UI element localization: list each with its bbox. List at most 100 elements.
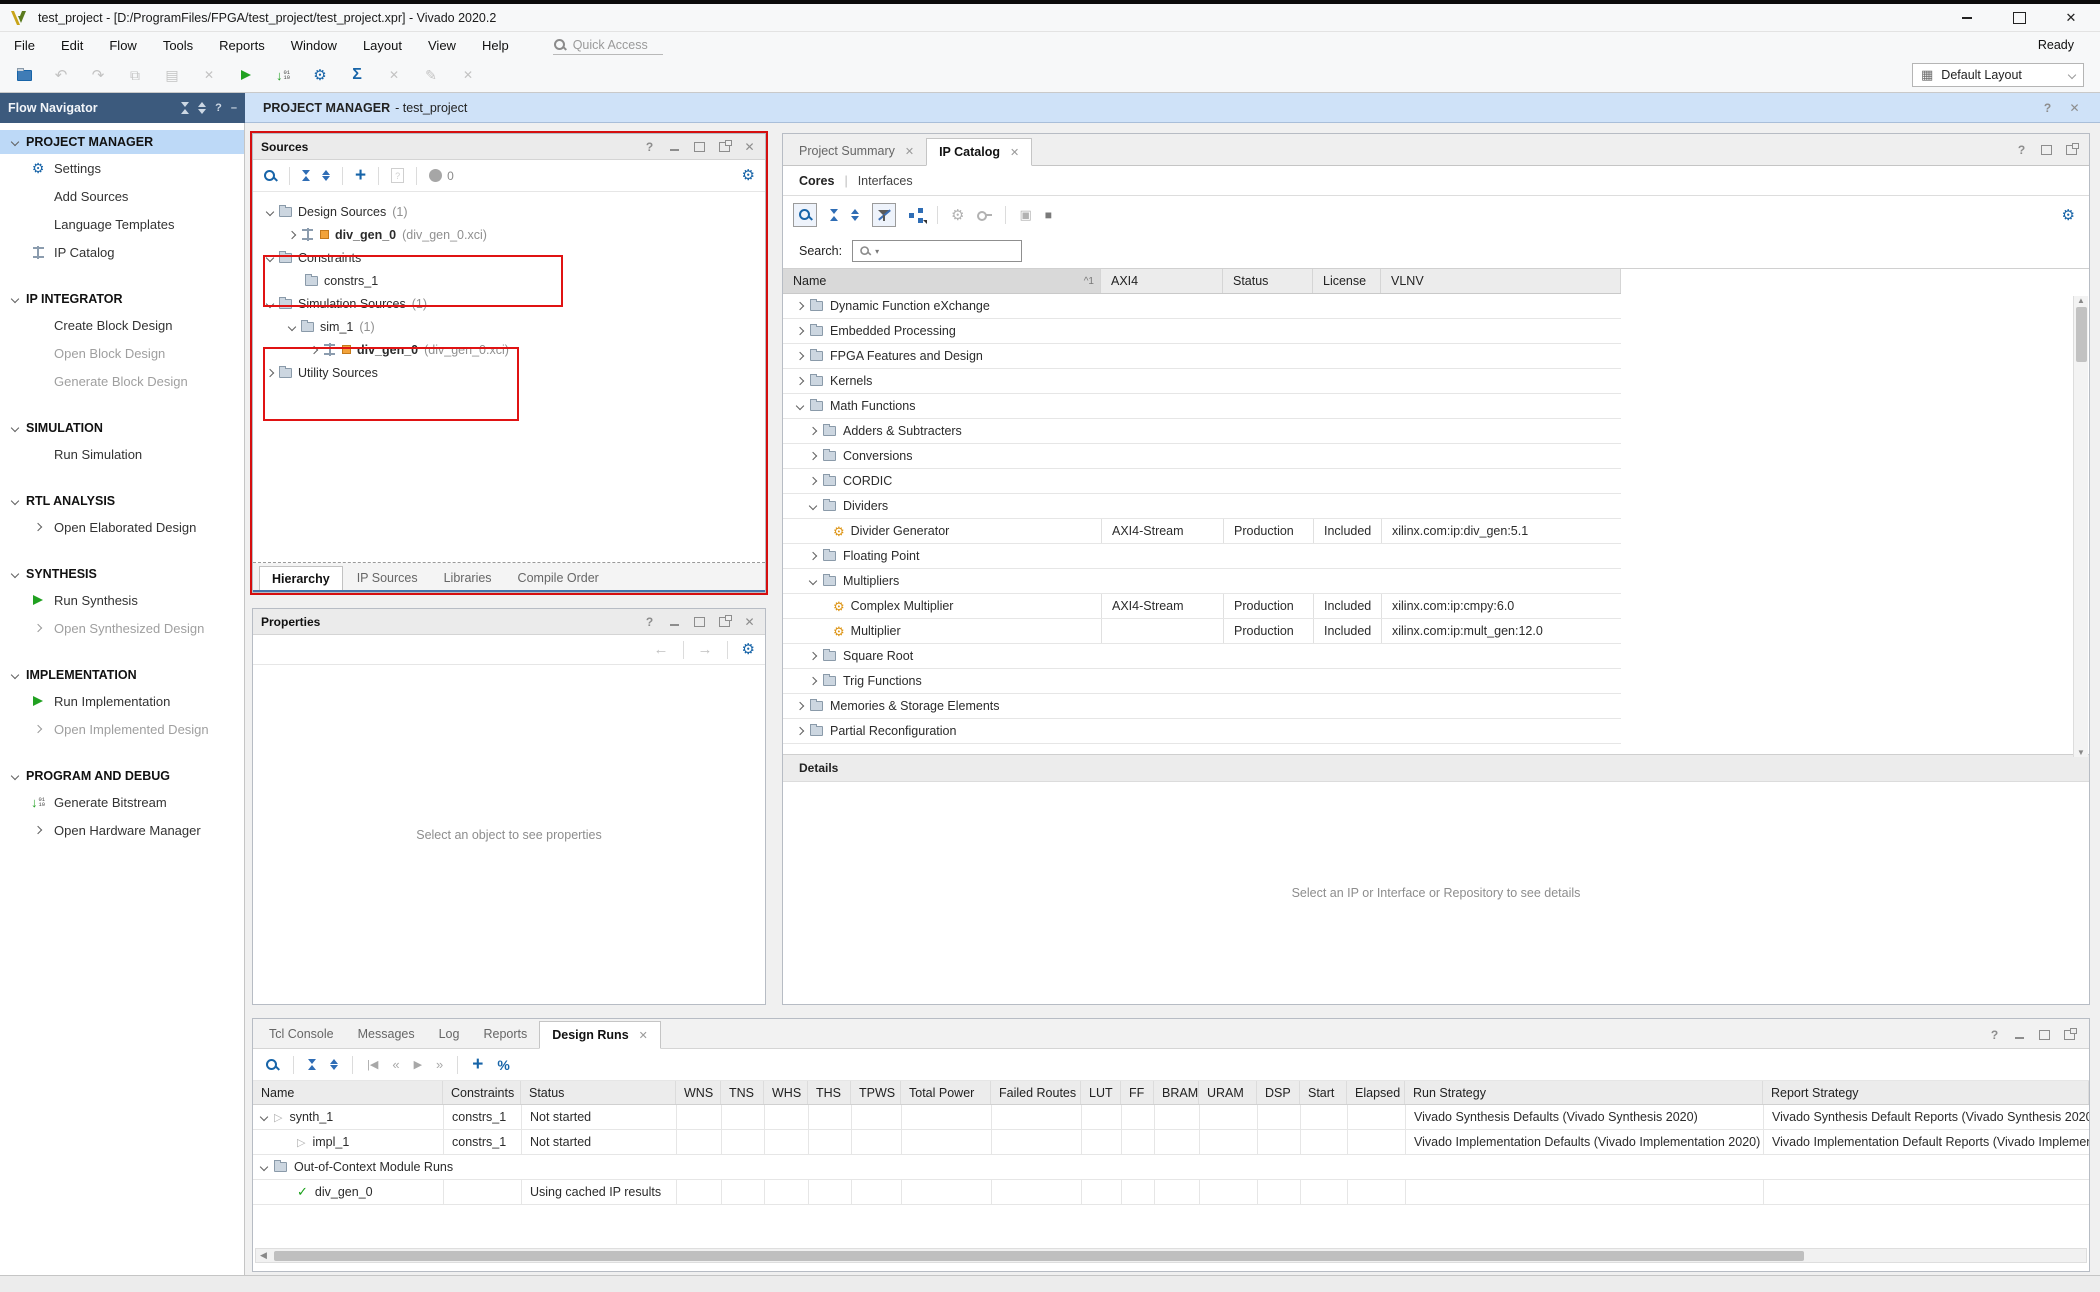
sidebar-item-language-templates[interactable]: Language Templates <box>0 210 244 238</box>
tab-project-summary[interactable]: Project Summary ✕ <box>787 137 926 165</box>
sidebar-section-implementation[interactable]: IMPLEMENTATION <box>0 663 244 687</box>
undo-icon[interactable]: ↶ <box>51 65 71 85</box>
sidebar-section-ip-integrator[interactable]: IP INTEGRATOR <box>0 287 244 311</box>
column-vlnv[interactable]: VLNV <box>1381 269 1621 293</box>
menu-layout[interactable]: Layout <box>363 38 402 53</box>
sidebar-item-run-implementation[interactable]: Run Implementation <box>0 687 244 715</box>
float-icon[interactable] <box>717 614 732 629</box>
catalog-ip-row-multiplier[interactable]: ⚙Multiplier Production Included xilinx.c… <box>783 619 1621 644</box>
chip-icon[interactable]: ▣ <box>1019 207 1031 223</box>
float-icon[interactable] <box>2062 1027 2077 1042</box>
forward-arrow-icon[interactable]: → <box>698 641 713 658</box>
menu-view[interactable]: View <box>428 38 456 53</box>
scrollbar-thumb[interactable] <box>2076 307 2087 362</box>
sidebar-section-rtl-analysis[interactable]: RTL ANALYSIS <box>0 489 244 513</box>
catalog-category-row[interactable]: Kernels <box>783 369 1621 394</box>
edit-pencil-icon[interactable]: ✎ <box>421 65 441 85</box>
help-icon[interactable]: ? <box>2040 100 2055 115</box>
tab-compile-order[interactable]: Compile Order <box>506 566 611 590</box>
run-row-synth-1[interactable]: ▷synth_1 constrs_1 Not started Vivado Sy… <box>253 1105 2089 1130</box>
menu-reports[interactable]: Reports <box>219 38 265 53</box>
catalog-category-row[interactable]: Adders & Subtracters <box>783 419 1621 444</box>
gear-icon[interactable]: ⚙ <box>742 642 755 657</box>
menu-help[interactable]: Help <box>482 38 509 53</box>
catalog-ip-row-complex-multiplier[interactable]: ⚙Complex Multiplier AXI4-Stream Producti… <box>783 594 1621 619</box>
expand-all-icon[interactable] <box>851 209 859 221</box>
search-icon[interactable] <box>793 203 817 227</box>
menu-file[interactable]: File <box>14 38 35 53</box>
tree-item-div-gen-0[interactable]: div_gen_0 (div_gen_0.xci) <box>253 223 765 246</box>
tree-item-sim-1[interactable]: sim_1 (1) <box>253 315 765 338</box>
generate-bitstream-icon[interactable]: ↓0110 <box>273 65 293 85</box>
gear-icon[interactable]: ⚙ <box>2062 208 2075 223</box>
catalog-category-row[interactable]: CORDIC <box>783 469 1621 494</box>
percent-icon[interactable]: % <box>497 1057 509 1073</box>
sidebar-section-project-manager[interactable]: PROJECT MANAGER <box>0 130 244 154</box>
tab-ip-sources[interactable]: IP Sources <box>345 566 430 590</box>
tree-item-design-sources[interactable]: Design Sources (1) <box>253 200 765 223</box>
collapse-all-icon[interactable] <box>830 209 838 221</box>
menu-flow[interactable]: Flow <box>109 38 136 53</box>
layout-selector[interactable]: ▦ Default Layout <box>1912 63 2084 87</box>
tab-design-runs[interactable]: Design Runs ✕ <box>539 1021 661 1049</box>
step-forward-icon[interactable]: » <box>436 1057 443 1072</box>
tab-log[interactable]: Log <box>427 1020 472 1048</box>
group-by-icon[interactable] <box>909 208 924 222</box>
properties-panel-header[interactable]: Properties ? ✕ <box>253 609 765 635</box>
step-back-icon[interactable]: « <box>392 1057 399 1072</box>
sidebar-item-open-block-design[interactable]: Open Block Design <box>0 339 244 367</box>
maximize-icon[interactable] <box>2010 10 2028 26</box>
menu-tools[interactable]: Tools <box>163 38 193 53</box>
sidebar-item-run-simulation[interactable]: Run Simulation <box>0 440 244 468</box>
sidebar-item-open-elaborated-design[interactable]: Open Elaborated Design <box>0 513 244 541</box>
sources-panel-header[interactable]: Sources ? ✕ <box>253 134 765 160</box>
maximize-icon[interactable] <box>2037 1027 2052 1042</box>
search-icon[interactable] <box>263 169 277 183</box>
tab-reports[interactable]: Reports <box>471 1020 539 1048</box>
catalog-category-row[interactable]: Dynamic Function eXchange <box>783 294 1621 319</box>
sidebar-item-settings[interactable]: ⚙ Settings <box>0 154 244 182</box>
redo-icon[interactable]: ↷ <box>88 65 108 85</box>
close-icon[interactable]: ✕ <box>742 614 757 629</box>
minimize-icon[interactable] <box>1958 10 1976 26</box>
expand-all-icon[interactable] <box>330 1059 338 1071</box>
collapse-all-icon[interactable] <box>302 170 310 182</box>
maximize-icon[interactable] <box>692 139 707 154</box>
paste-icon[interactable]: ▤ <box>162 65 182 85</box>
horizontal-scrollbar[interactable]: ◀ <box>255 1248 2087 1263</box>
settings-gear-icon[interactable]: ⚙ <box>310 65 330 85</box>
report-ip-status-icon[interactable]: ? <box>391 168 404 183</box>
stop-icon[interactable]: ■ <box>1045 208 1052 222</box>
tree-item-constraints[interactable]: Constraints <box>253 246 765 269</box>
minimize-icon[interactable]: – <box>231 102 237 114</box>
close-icon[interactable]: ✕ <box>2062 10 2080 26</box>
catalog-category-row[interactable]: Math Functions <box>783 394 1621 419</box>
tab-tcl-console[interactable]: Tcl Console <box>257 1020 346 1048</box>
float-icon[interactable] <box>2064 142 2079 157</box>
quick-access-input[interactable]: Quick Access <box>553 35 663 55</box>
catalog-category-row[interactable]: Conversions <box>783 444 1621 469</box>
sidebar-section-simulation[interactable]: SIMULATION <box>0 416 244 440</box>
scroll-down-icon[interactable]: ▼ <box>2077 748 2085 757</box>
view-cores[interactable]: Cores <box>799 174 834 188</box>
maximize-icon[interactable] <box>692 614 707 629</box>
tree-item-constrs-1[interactable]: constrs_1 <box>253 269 765 292</box>
sidebar-item-open-hardware-manager[interactable]: Open Hardware Manager <box>0 816 244 844</box>
sidebar-item-ip-catalog[interactable]: IP Catalog <box>0 238 244 266</box>
menu-edit[interactable]: Edit <box>61 38 83 53</box>
scroll-left-icon[interactable]: ◀ <box>256 1250 271 1261</box>
column-axi4[interactable]: AXI4 <box>1101 269 1223 293</box>
sidebar-item-generate-bitstream[interactable]: ↓0110 Generate Bitstream <box>0 788 244 816</box>
sidebar-item-open-implemented-design[interactable]: Open Implemented Design <box>0 715 244 743</box>
gear-icon[interactable]: ⚙ <box>742 168 755 183</box>
sidebar-item-create-block-design[interactable]: Create Block Design <box>0 311 244 339</box>
catalog-category-row[interactable]: Square Root <box>783 644 1621 669</box>
sidebar-section-program-and-debug[interactable]: PROGRAM AND DEBUG <box>0 764 244 788</box>
create-runs-icon[interactable]: + <box>472 1055 483 1074</box>
step-first-icon[interactable]: |◀ <box>367 1058 378 1071</box>
copy-icon[interactable]: ⧉ <box>125 65 145 85</box>
help-icon[interactable]: ? <box>2014 142 2029 157</box>
help-icon[interactable]: ? <box>1987 1027 2002 1042</box>
tab-hierarchy[interactable]: Hierarchy <box>259 566 343 590</box>
close-icon[interactable]: ✕ <box>2067 100 2082 115</box>
